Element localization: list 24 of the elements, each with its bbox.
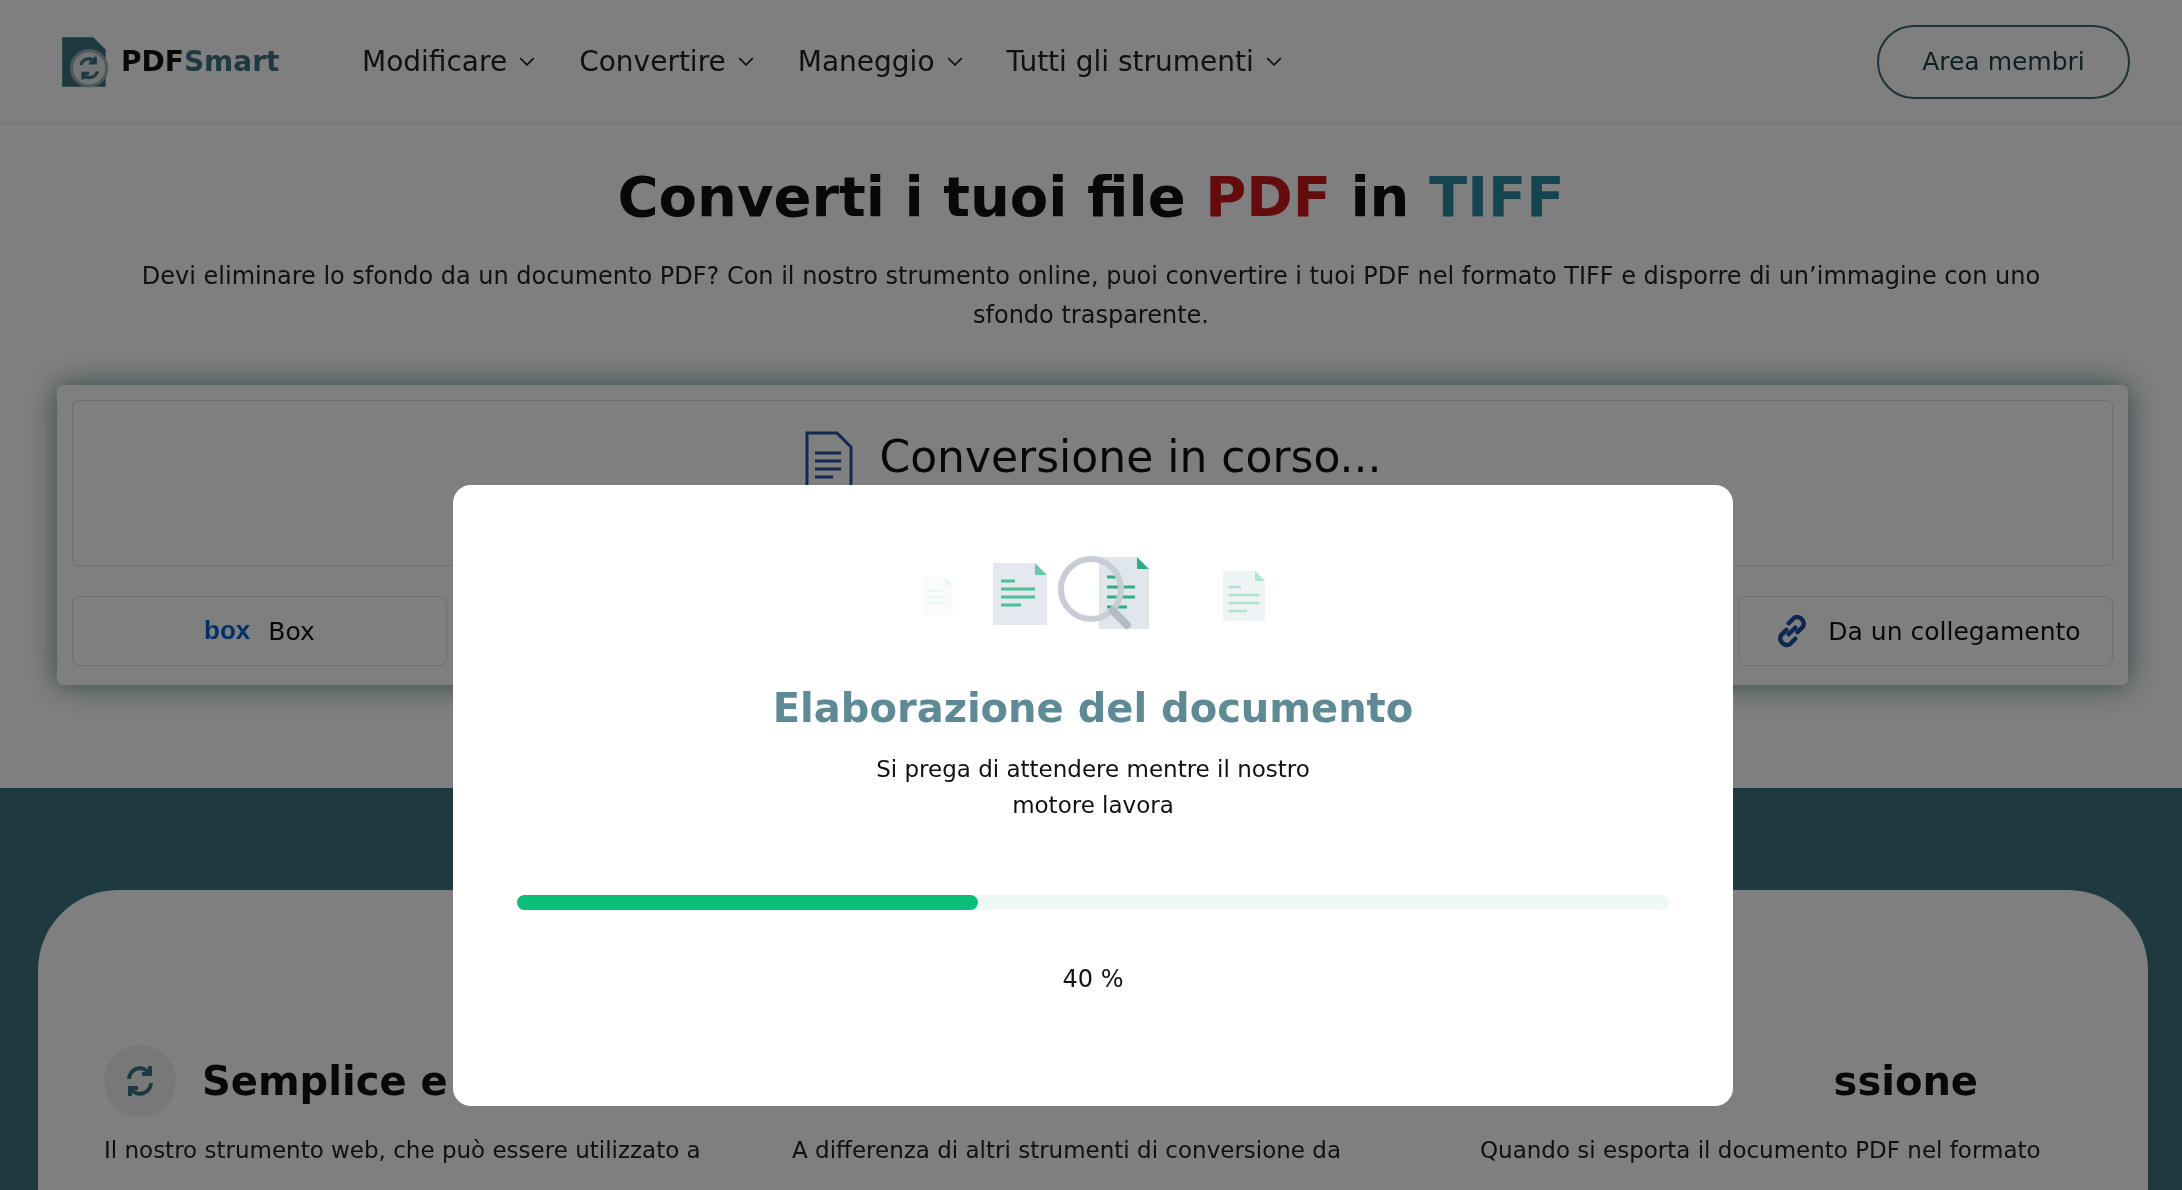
chevron-down-icon [1265,57,1282,66]
source-button[interactable]: box Box [72,596,447,666]
conversion-status: Conversione in corso... [879,431,1382,482]
feature-text: Quando si esporta il documento PDF nel formato [1480,1137,2042,1163]
logo-text[interactable]: PDFSmart [121,45,280,78]
progress-percentage: 40 % [1062,965,1124,993]
chevron-down-icon [946,57,963,66]
feature-text: Il nostro strumento web, che può essere utilizzato a [104,1137,702,1163]
feature-text: A differenza di altri strumenti di conversione da [792,1137,1343,1163]
nav-menu-item[interactable]: Convertire [579,45,754,78]
dialog-title: Elaborazione del documento [772,685,1414,731]
page-title: Converti i tuoi file PDF in TIFF [616,164,1566,229]
chevron-down-icon [519,57,536,66]
source-button[interactable]: Da un collegamento [1738,596,2113,666]
nav-menu-item[interactable]: Modificare [362,45,536,78]
box-logo-icon: box [204,618,255,644]
feature-title: Semplice e [202,1058,448,1104]
nav-menu-item[interactable]: Maneggio [797,45,963,78]
feature-title: ssione [1833,1058,1978,1104]
page-subtitle: Devi eliminare lo sfondo da un documento PDF? Con il nostro strumento online, puoi convertire i tuoi PDF nel formato TIFF e disporre di un’immagine con uno sfondo trasparente. [140,261,2042,331]
member-area-button[interactable]: Area membri [1877,24,2130,99]
dialog-message: Si prega di attendere mentre il nostro motore lavora [875,755,1311,820]
chevron-down-icon [737,57,754,66]
nav-menu-item[interactable]: Tutti gli strumenti [1006,45,1282,78]
